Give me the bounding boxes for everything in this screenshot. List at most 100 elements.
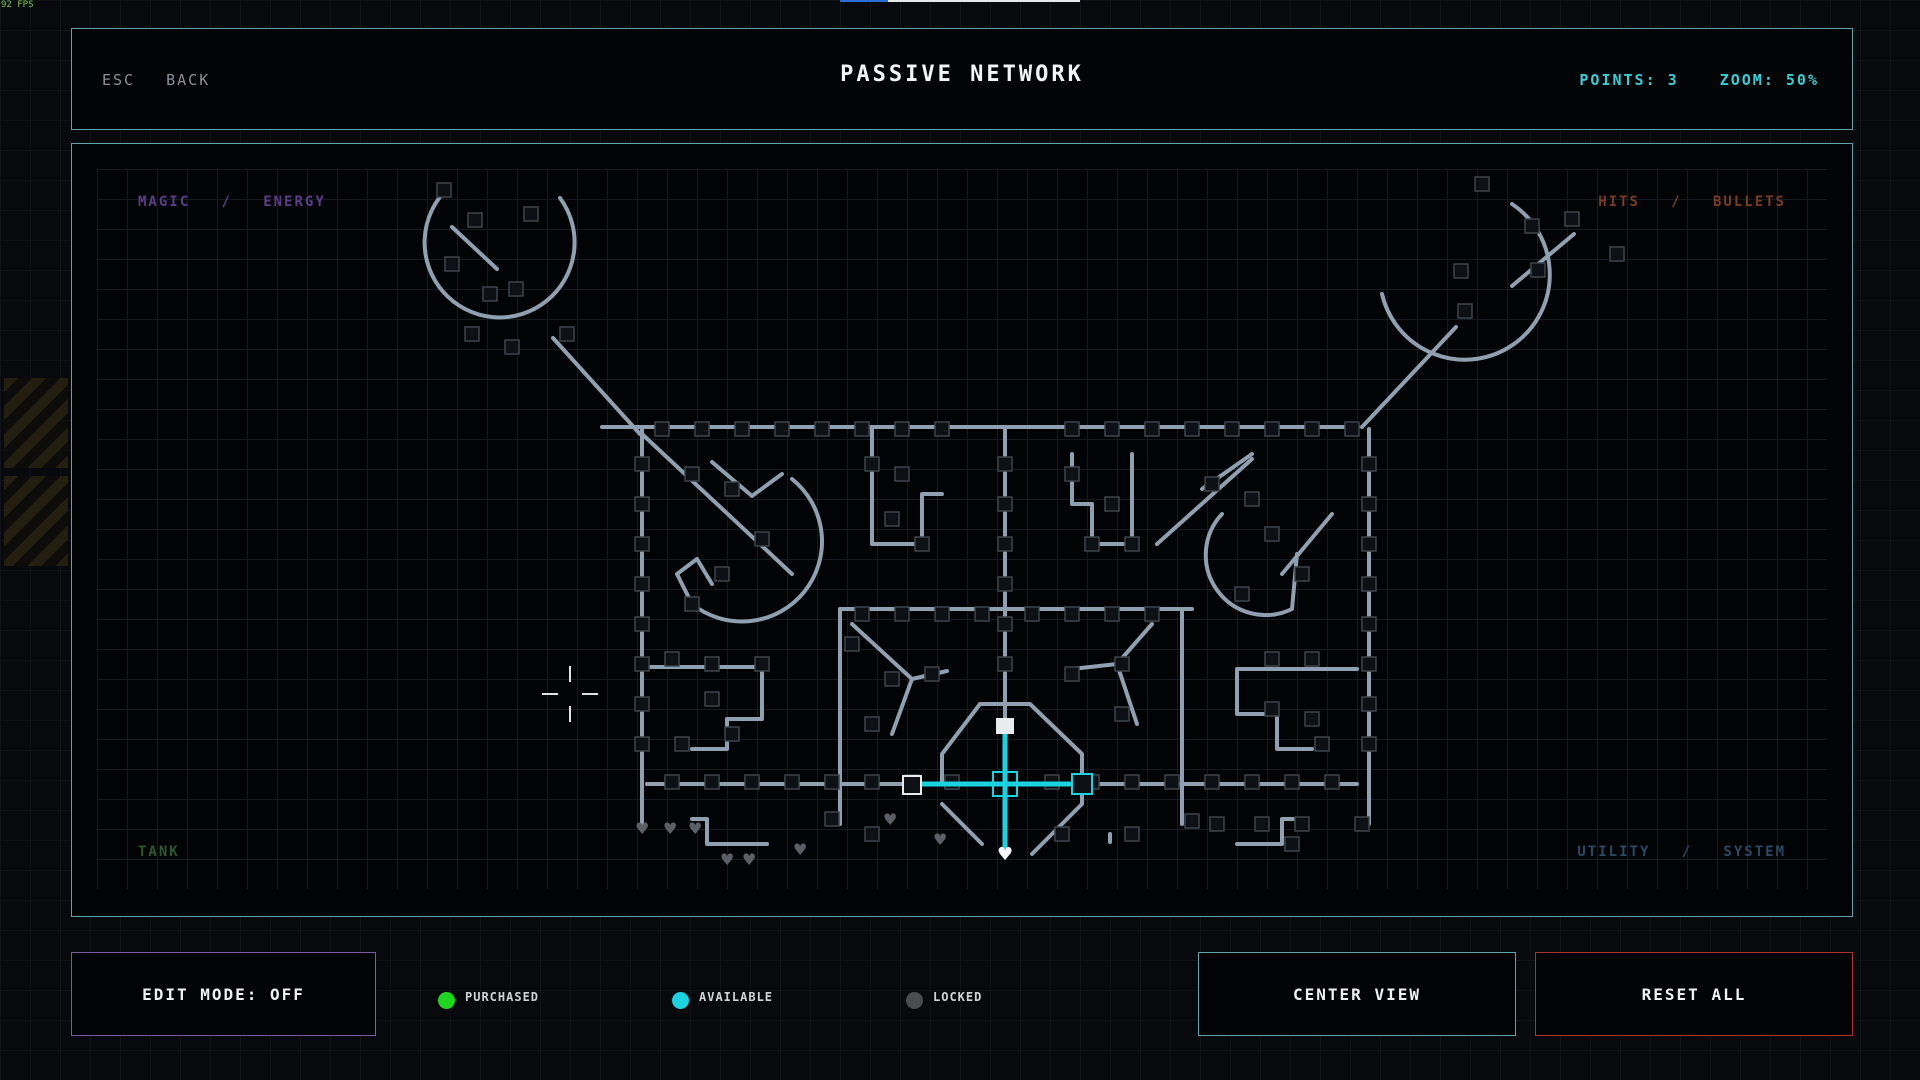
skill-node-heart-icon[interactable]: ♥ (663, 819, 677, 838)
skill-node-locked[interactable] (997, 616, 1013, 632)
skill-node-locked[interactable] (1124, 774, 1140, 790)
skill-node-locked[interactable] (1264, 651, 1280, 667)
skill-node-locked[interactable] (634, 736, 650, 752)
reset-all-button[interactable]: RESET ALL (1535, 952, 1853, 1036)
skill-node-locked[interactable] (1361, 656, 1377, 672)
skill-node-locked[interactable] (914, 536, 930, 552)
skill-node-locked[interactable] (894, 421, 910, 437)
skill-node-locked[interactable] (1294, 816, 1310, 832)
skill-node-locked[interactable] (754, 656, 770, 672)
skill-node-locked[interactable] (1361, 456, 1377, 472)
skill-node-locked[interactable] (1114, 706, 1130, 722)
skill-node-locked[interactable] (1209, 816, 1225, 832)
skill-node-heart-icon[interactable]: ♥ (793, 840, 807, 859)
skill-node-locked[interactable] (523, 206, 539, 222)
skill-node-locked[interactable] (1609, 246, 1625, 262)
skill-node-locked[interactable] (694, 421, 710, 437)
skill-node-locked[interactable] (634, 656, 650, 672)
skill-node-locked[interactable] (559, 326, 575, 342)
skill-node-locked[interactable] (1284, 836, 1300, 852)
skill-node-locked[interactable] (704, 656, 720, 672)
skill-node-locked[interactable] (634, 456, 650, 472)
skill-node-heart-icon[interactable]: ♥ (997, 844, 1013, 865)
skill-node-locked[interactable] (1064, 666, 1080, 682)
skill-node-locked[interactable] (508, 281, 524, 297)
skill-node-locked[interactable] (974, 606, 990, 622)
skill-node-locked[interactable] (724, 726, 740, 742)
skill-node-locked[interactable] (997, 656, 1013, 672)
skill-node-locked[interactable] (634, 496, 650, 512)
skill-node-locked[interactable] (634, 616, 650, 632)
skill-node-locked[interactable] (1453, 263, 1469, 279)
skill-node-locked[interactable] (1124, 826, 1140, 842)
skill-node-locked[interactable] (1254, 816, 1270, 832)
skill-node-locked[interactable] (997, 496, 1013, 512)
skill-node-locked[interactable] (1184, 813, 1200, 829)
skill-node-locked[interactable] (1084, 536, 1100, 552)
skill-node-locked[interactable] (1294, 566, 1310, 582)
skill-node-locked[interactable] (1354, 816, 1370, 832)
skill-node-locked[interactable] (1474, 176, 1490, 192)
skill-node-locked[interactable] (464, 326, 480, 342)
skill-node-locked[interactable] (1361, 536, 1377, 552)
skill-node-locked[interactable] (482, 286, 498, 302)
skill-node-locked[interactable] (1244, 491, 1260, 507)
skill-node-available[interactable] (996, 718, 1014, 734)
skill-node-locked[interactable] (1104, 421, 1120, 437)
edit-mode-toggle[interactable]: EDIT MODE: OFF (71, 952, 376, 1036)
skill-node-locked[interactable] (1144, 606, 1160, 622)
skill-node-locked[interactable] (924, 666, 940, 682)
skill-node-locked[interactable] (1264, 526, 1280, 542)
skill-node-locked[interactable] (1361, 696, 1377, 712)
skill-node-locked[interactable] (934, 606, 950, 622)
skill-node-available[interactable] (902, 775, 922, 795)
skill-node-locked[interactable] (1144, 421, 1160, 437)
skill-node-locked[interactable] (864, 826, 880, 842)
skill-node-locked[interactable] (1104, 606, 1120, 622)
skill-node-locked[interactable] (1304, 651, 1320, 667)
skill-node-locked[interactable] (744, 774, 760, 790)
skill-node-locked[interactable] (1457, 303, 1473, 319)
skill-node-locked[interactable] (814, 421, 830, 437)
skill-node-locked[interactable] (1114, 656, 1130, 672)
skill-node-locked[interactable] (1054, 826, 1070, 842)
skill-node-locked[interactable] (1284, 774, 1300, 790)
skill-tree-canvas[interactable]: MAGIC / ENERGY HITS / BULLETS TANK UTILI… (71, 143, 1853, 917)
skill-node-locked[interactable] (824, 774, 840, 790)
skill-node-locked[interactable] (1304, 711, 1320, 727)
skill-node-locked[interactable] (724, 481, 740, 497)
skill-node-locked[interactable] (444, 256, 460, 272)
skill-node-locked[interactable] (1524, 218, 1540, 234)
skill-node-heart-icon[interactable]: ♥ (933, 830, 947, 849)
skill-node-locked[interactable] (1304, 421, 1320, 437)
center-view-button[interactable]: CENTER VIEW (1198, 952, 1516, 1036)
skill-node-locked[interactable] (684, 596, 700, 612)
skill-node-locked[interactable] (1104, 496, 1120, 512)
skill-node-heart-icon[interactable]: ♥ (635, 819, 649, 838)
skill-node-locked[interactable] (1244, 774, 1260, 790)
skill-node-locked[interactable] (1224, 421, 1240, 437)
skill-node-locked[interactable] (1344, 421, 1360, 437)
skill-node-locked[interactable] (1064, 606, 1080, 622)
skill-node-locked[interactable] (774, 421, 790, 437)
skill-node-locked[interactable] (664, 651, 680, 667)
skill-node-locked[interactable] (884, 671, 900, 687)
skill-node-locked[interactable] (894, 606, 910, 622)
skill-node-locked[interactable] (997, 576, 1013, 592)
skill-node-locked[interactable] (734, 421, 750, 437)
skill-node-locked[interactable] (864, 456, 880, 472)
skill-node-locked[interactable] (1314, 736, 1330, 752)
skill-node-locked[interactable] (634, 696, 650, 712)
skill-node-heart-icon[interactable]: ♥ (720, 850, 734, 869)
skill-node-locked[interactable] (864, 716, 880, 732)
skill-node-locked[interactable] (854, 421, 870, 437)
skill-node-locked[interactable] (1124, 536, 1140, 552)
skill-node-locked[interactable] (1264, 421, 1280, 437)
skill-node-locked[interactable] (436, 182, 452, 198)
skill-node-heart-icon[interactable]: ♥ (688, 819, 702, 838)
skill-node-locked[interactable] (654, 421, 670, 437)
skill-node-locked[interactable] (854, 606, 870, 622)
skill-node-locked[interactable] (1164, 774, 1180, 790)
skill-node-locked[interactable] (824, 811, 840, 827)
skill-node-locked[interactable] (1234, 586, 1250, 602)
